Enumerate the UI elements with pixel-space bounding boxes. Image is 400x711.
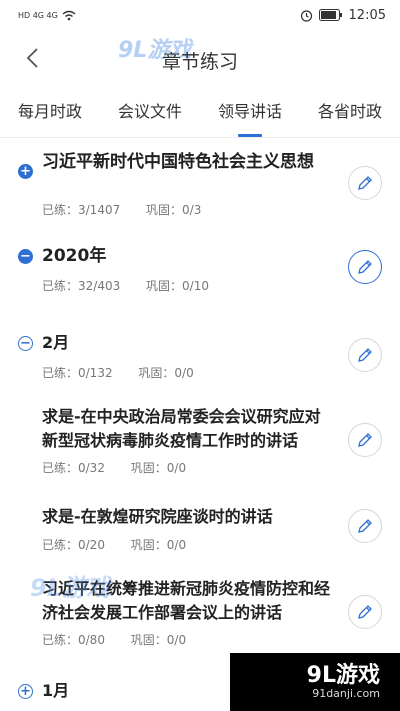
pencil-icon	[358, 260, 372, 274]
practice-button[interactable]	[348, 423, 382, 457]
practice-button[interactable]	[348, 166, 382, 200]
alarm-icon	[300, 9, 312, 22]
practiced-count: 已练：0/132	[42, 366, 113, 380]
practiced-count: 已练：0/32	[42, 461, 105, 475]
practice-button[interactable]	[348, 338, 382, 372]
practiced-count: 已练：32/403	[42, 279, 121, 293]
collapse-icon[interactable]: −	[18, 336, 33, 351]
item-stats: 已练：0/80 巩固：0/0	[42, 631, 208, 648]
consolidated-count: 巩固：0/0	[130, 538, 187, 552]
item-title: 求是-在中央政治局常委会会议研究应对新型冠状病毒肺炎疫情工作时的讲话	[42, 407, 321, 450]
item-title: 2020年	[42, 246, 107, 266]
page-title: 章节练习	[161, 51, 238, 73]
practiced-count: 已练：0/80	[42, 633, 105, 647]
app-header: 9L游戏 章节练习	[0, 30, 400, 88]
pencil-icon	[358, 605, 372, 619]
practice-button[interactable]	[348, 509, 382, 543]
tab-monthly-news[interactable]: 每月时政	[0, 88, 100, 137]
practice-button[interactable]	[348, 595, 382, 629]
pencil-icon	[358, 348, 372, 362]
item-title: 求是-在敦煌研究院座谈时的讲话	[42, 507, 273, 526]
category-tabs: 每月时政 会议文件 领导讲话 各省时政	[0, 88, 400, 138]
clock: 12:05	[348, 7, 386, 23]
item-stats: 已练：0/132 巩固：0/0	[42, 364, 216, 381]
pencil-icon	[358, 176, 372, 190]
pencil-icon	[358, 433, 372, 447]
signal-indicators: HD 4G 4G	[18, 10, 76, 21]
collapse-icon[interactable]: −	[18, 249, 33, 264]
item-stats: 已练：0/32 巩固：0/0	[42, 459, 208, 476]
consolidated-count: 巩固：0/0	[130, 461, 187, 475]
tab-provincial-news[interactable]: 各省时政	[300, 88, 400, 137]
consolidated-count: 巩固：0/0	[130, 633, 187, 647]
watermark-badge: 9L游戏 91danji.com	[230, 653, 400, 711]
consolidated-count: 巩固：0/3	[146, 203, 202, 217]
item-title: 2月	[42, 333, 70, 352]
wifi-icon	[62, 10, 76, 20]
item-stats: 已练：3/1407 巩固：0/3	[42, 201, 223, 218]
practiced-count: 已练：3/1407	[42, 203, 121, 217]
signal-text: HD 4G 4G	[18, 10, 58, 20]
item-title: 习近平新时代中国特色社会主义思想	[42, 152, 314, 172]
item-stats: 已练：0/20 巩固：0/0	[42, 536, 208, 553]
consolidated-count: 巩固：0/0	[138, 366, 194, 380]
watermark-logo: 9L游戏	[30, 574, 110, 602]
expand-icon[interactable]: +	[18, 684, 33, 699]
pencil-icon	[358, 519, 372, 533]
battery-icon	[318, 9, 342, 21]
tab-leader-speeches[interactable]: 领导讲话	[200, 88, 300, 137]
badge-logo: 9L游戏	[306, 663, 380, 688]
expand-icon[interactable]: +	[18, 164, 33, 179]
practiced-count: 已练：0/20	[42, 538, 105, 552]
status-right: 12:05	[300, 8, 386, 23]
badge-url: 91danji.com	[312, 687, 380, 700]
practice-button[interactable]	[348, 250, 382, 284]
consolidated-count: 巩固：0/10	[146, 279, 209, 293]
item-stats: 已练：32/403 巩固：0/10	[42, 277, 231, 294]
tab-meeting-docs[interactable]: 会议文件	[100, 88, 200, 137]
status-bar: HD 4G 4G 12:05	[0, 0, 400, 30]
